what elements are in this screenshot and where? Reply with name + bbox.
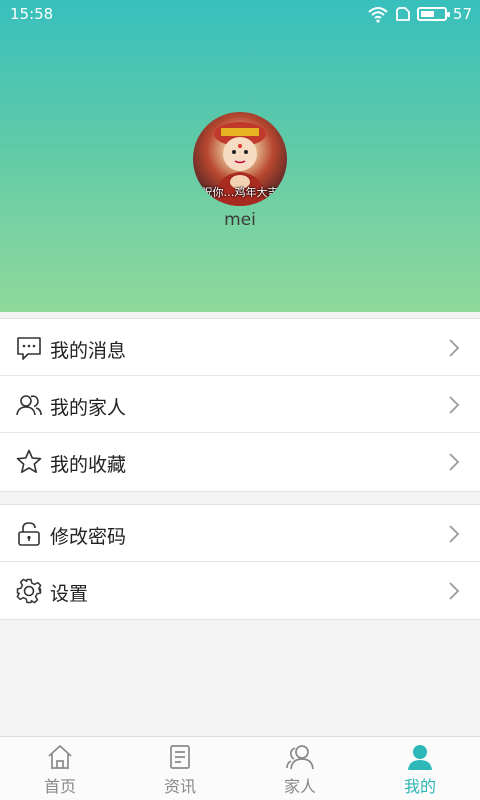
- avatar[interactable]: 祝你…鸡年大吉: [193, 112, 287, 206]
- tab-label: 家人: [283, 777, 316, 796]
- status-bar: 15:58 57: [0, 0, 480, 28]
- chevron-right-icon: [449, 525, 460, 543]
- menu-item-family[interactable]: 我的家人: [0, 376, 480, 433]
- menu-group-personal: 我的消息 我的家人 我的收藏: [0, 318, 480, 492]
- menu-group-account: 修改密码 设置: [0, 504, 480, 620]
- tab-news[interactable]: 资讯: [120, 737, 240, 800]
- avatar-caption: 祝你…鸡年大吉: [201, 186, 279, 199]
- battery-icon: [416, 7, 450, 21]
- tab-label: 首页: [43, 777, 76, 796]
- chevron-right-icon: [449, 453, 460, 471]
- tab-label: 我的: [403, 777, 436, 796]
- status-time: 15:58: [10, 5, 54, 23]
- battery-level-fill: [420, 11, 434, 17]
- menu-item-label: 设置: [50, 583, 89, 605]
- menu-item-label: 修改密码: [50, 526, 127, 548]
- profile-header: 15:58 57 祝你…鸡年大吉 mei: [0, 0, 480, 312]
- lock-icon: [18, 522, 40, 546]
- tab-home[interactable]: 首页: [0, 737, 120, 800]
- menu-item-label: 我的消息: [50, 340, 127, 362]
- document-icon: [170, 745, 190, 769]
- gear-icon: [16, 578, 42, 604]
- bottom-tab-bar: 首页 资讯 家人 我的: [0, 736, 480, 800]
- chevron-right-icon: [449, 396, 460, 414]
- person-icon: [408, 745, 432, 770]
- people-icon: [16, 395, 42, 416]
- star-icon: [16, 449, 42, 473]
- status-indicators: 57: [367, 4, 472, 24]
- menu-item-label: 我的收藏: [50, 454, 127, 476]
- menu-item-change-password[interactable]: 修改密码: [0, 505, 480, 562]
- home-icon: [48, 745, 72, 769]
- message-icon: [17, 337, 41, 360]
- menu-item-favorites[interactable]: 我的收藏: [0, 433, 480, 490]
- menu-item-label: 我的家人: [50, 397, 127, 419]
- tab-mine[interactable]: 我的: [360, 737, 480, 800]
- menu-item-messages[interactable]: 我的消息: [0, 319, 480, 376]
- username: mei: [224, 210, 256, 230]
- sim-card-icon: [396, 7, 410, 21]
- tab-family[interactable]: 家人: [240, 737, 360, 800]
- chevron-right-icon: [449, 582, 460, 600]
- wifi-icon: [368, 7, 388, 23]
- tab-label: 资讯: [163, 777, 196, 796]
- chevron-right-icon: [449, 339, 460, 357]
- family-icon: [286, 745, 314, 770]
- battery-percentage: 57: [452, 5, 472, 23]
- menu-item-settings[interactable]: 设置: [0, 562, 480, 619]
